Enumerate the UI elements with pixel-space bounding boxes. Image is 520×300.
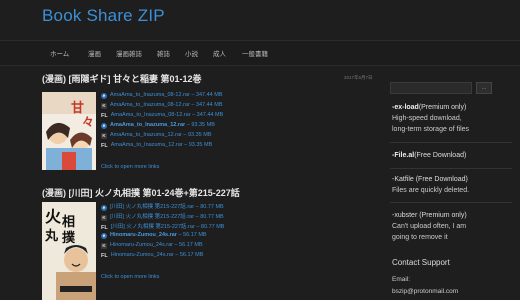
post-date: 2017年6月7日 xyxy=(344,75,373,80)
file-al-icon: FL xyxy=(101,253,108,259)
cover-art: 火 丸 相 撲 xyxy=(42,202,96,300)
download-link[interactable]: FL AmaAma_to_Inazuma_12.rar – 93.35 MB xyxy=(101,142,212,150)
download-link[interactable]: FL [川田] 火ノ丸相撲 第215-227話.rar – 80.77 MB xyxy=(101,222,225,231)
service-desc: Files are quickly deleted. xyxy=(392,187,470,194)
file-name[interactable]: Hinomaru-Zumou_24s.rar xyxy=(110,232,177,238)
service-katfile: -Katfile (Free Download) Files are quick… xyxy=(392,174,469,196)
contact-label: Email: xyxy=(392,276,411,283)
more-links-link[interactable]: Click to open more links xyxy=(101,164,159,170)
service-file-al: -File.al(Free Download) xyxy=(392,150,466,161)
download-link[interactable]: K Hinomaru-Zumou_24s.rar – 56.17 MB xyxy=(101,242,203,250)
file-size: 93.35 MB xyxy=(187,132,212,138)
download-link[interactable]: FL AmaAma_to_Inazuma_08-12.rar – 347.44 M… xyxy=(101,112,223,120)
svg-text:甘: 甘 xyxy=(71,100,84,116)
file-size: 93.35 MB xyxy=(188,142,213,148)
katfile-icon: K xyxy=(101,133,107,139)
ex-load-icon: e xyxy=(101,93,107,99)
ex-load-icon: e xyxy=(101,123,107,129)
service-ex-load: -ex-load(Premium only) High-speed downlo… xyxy=(392,102,469,135)
nav-item-general-books[interactable]: 一般書籍 xyxy=(242,48,268,58)
divider xyxy=(390,168,512,169)
katfile-icon: K xyxy=(101,215,107,221)
service-tag: (Free Download) xyxy=(414,152,467,159)
service-tag: (Premium only) xyxy=(418,104,467,111)
file-size: 80.77 MB xyxy=(200,204,224,210)
file-name[interactable]: AmaAma_to_Inazuma_08-12.rar xyxy=(110,102,190,108)
file-name[interactable]: AmaAma_to_Inazuma_08-12.rar xyxy=(110,92,190,98)
site-title[interactable]: Book Share ZIP xyxy=(42,6,165,26)
download-link[interactable]: FL Hinomaru-Zumou_24s.rar – 56.17 MB xyxy=(101,252,203,260)
nav-item-magazine[interactable]: 雑誌 xyxy=(157,48,170,58)
svg-text:相: 相 xyxy=(62,214,75,230)
file-name[interactable]: AmaAma_to_Inazuma_08-12.rar xyxy=(111,112,191,118)
contact-email[interactable]: bszip@protonmail.com xyxy=(392,288,458,295)
file-al-icon: FL xyxy=(101,143,108,149)
divider xyxy=(390,202,512,203)
nav-item-manga[interactable]: 漫画 xyxy=(88,48,101,58)
search-input[interactable] xyxy=(390,82,472,94)
svg-text:撲: 撲 xyxy=(62,230,76,246)
cover-art: 甘 々 xyxy=(42,92,96,170)
service-desc: Can't upload often, I am xyxy=(392,223,467,230)
service-desc: going to remove it xyxy=(392,234,448,241)
file-size: 56.17 MB xyxy=(179,252,204,258)
more-links-link[interactable]: Click to open more links xyxy=(101,274,159,280)
file-name[interactable]: AmaAma_to_Inazuma_12.rar xyxy=(111,142,183,148)
download-link[interactable]: K AmaAma_to_Inazuma_08-12.rar – 347.44 MB xyxy=(101,102,223,110)
file-name[interactable]: [川田] 火ノ丸相撲 第215-227話.rar xyxy=(110,214,194,220)
cover-image[interactable]: 火 丸 相 撲 xyxy=(42,202,96,300)
service-name: -xubster (Premium only) xyxy=(392,212,467,219)
divider xyxy=(390,142,512,143)
post-title[interactable]: (漫画) [川田] 火ノ丸相撲 第01-24巻+第215-227話 xyxy=(42,186,240,199)
service-desc: High-speed download, xyxy=(392,115,462,122)
file-size: 56.17 MB xyxy=(183,232,207,238)
file-name[interactable]: Hinomaru-Zumou_24s.rar xyxy=(110,242,173,248)
download-link[interactable]: e Hinomaru-Zumou_24s.rar – 56.17 MB xyxy=(101,232,207,240)
service-xubster: -xubster (Premium only) Can't upload oft… xyxy=(392,210,467,243)
katfile-icon: K xyxy=(101,243,107,249)
file-size: 93.35 MB xyxy=(191,122,215,128)
ex-load-icon: e xyxy=(101,205,107,211)
download-link[interactable]: K AmaAma_to_Inazuma_12.rar – 93.35 MB xyxy=(101,132,212,140)
file-size: 347.44 MB xyxy=(195,92,223,98)
file-name[interactable]: AmaAma_to_Inazuma_12.rar xyxy=(110,132,182,138)
nav-item-novel[interactable]: 小説 xyxy=(185,48,198,58)
file-name[interactable]: [川田] 火ノ丸相撲 第215-227話.rar xyxy=(111,224,195,230)
file-size: 80.77 MB xyxy=(200,214,224,220)
site-header: Book Share ZIP xyxy=(0,0,520,36)
download-link[interactable]: K [川田] 火ノ丸相撲 第215-227話.rar – 80.77 MB xyxy=(101,212,224,221)
nav-item-home[interactable]: ホーム xyxy=(50,48,69,58)
download-link[interactable]: e AmaAma_to_Inazuma_08-12.rar – 347.44 MB xyxy=(101,92,223,100)
file-size: 80.77 MB xyxy=(200,224,225,230)
service-desc: long-term storage of files xyxy=(392,126,470,133)
main-nav: ホーム 漫画 漫画雑誌 雑誌 小説 成人 一般書籍 xyxy=(0,40,520,66)
service-name: -ex-load xyxy=(392,104,419,111)
svg-text:丸: 丸 xyxy=(44,228,59,244)
svg-text:々: 々 xyxy=(82,115,94,129)
ex-load-icon: e xyxy=(101,233,107,239)
download-link[interactable]: e AmaAma_to_Inazuma_12.rar – 93.35 MB xyxy=(101,122,215,130)
file-name[interactable]: AmaAma_to_Inazuma_12.rar xyxy=(110,122,185,128)
service-name: -File.al xyxy=(392,152,415,159)
download-link[interactable]: e [川田] 火ノ丸相撲 第215-227話.rar – 80.77 MB xyxy=(101,202,224,211)
nav-item-adult[interactable]: 成人 xyxy=(213,48,226,58)
nav-item-manga-magazine[interactable]: 漫画雑誌 xyxy=(116,48,142,58)
search-button[interactable]: ... xyxy=(476,82,492,94)
svg-text:火: 火 xyxy=(45,207,62,226)
file-name[interactable]: [川田] 火ノ丸相撲 第215-227話.rar xyxy=(110,204,194,210)
service-name: -Katfile (Free Download) xyxy=(392,176,468,183)
contact-title: Contact Support xyxy=(392,258,450,267)
post-title[interactable]: (漫画) [雨隠ギド] 甘々と稲妻 第01-12巻 xyxy=(42,72,202,85)
file-al-icon: FL xyxy=(101,113,108,119)
file-size: 347.44 MB xyxy=(195,102,223,108)
file-size: 347.44 MB xyxy=(196,112,224,118)
cover-image[interactable]: 甘 々 xyxy=(42,92,96,170)
file-al-icon: FL xyxy=(101,225,108,231)
katfile-icon: K xyxy=(101,103,107,109)
file-name[interactable]: Hinomaru-Zumou_24s.rar xyxy=(111,252,174,258)
file-size: 56.17 MB xyxy=(179,242,203,248)
